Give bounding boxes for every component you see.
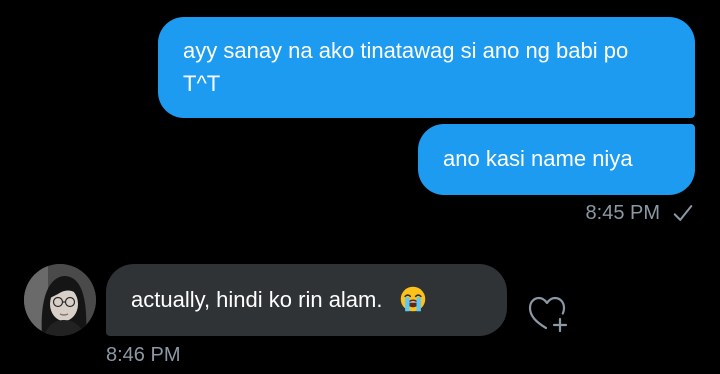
incoming-message-bubble[interactable]: actually, hindi ko rin alam.	[106, 264, 507, 336]
heart-plus-icon[interactable]	[526, 292, 570, 334]
timestamp: 8:46 PM	[106, 344, 181, 366]
outgoing-message-meta: 8:45 PM	[586, 198, 694, 228]
timestamp: 8:45 PM	[585, 201, 660, 224]
check-icon	[673, 205, 693, 221]
message-text: ano kasi name niya	[443, 146, 633, 171]
outgoing-message-bubble[interactable]: ayy sanay na ako tinatawag si ano ng bab…	[158, 17, 695, 118]
incoming-message-meta: 8:46 PM	[106, 340, 180, 370]
avatar[interactable]	[24, 264, 96, 336]
message-text: ayy sanay na ako tinatawag si ano ng bab…	[183, 38, 629, 96]
loudly-crying-face-icon	[400, 286, 425, 312]
message-text: actually, hindi ko rin alam.	[131, 287, 383, 312]
avatar-image	[24, 264, 96, 336]
outgoing-message-bubble[interactable]: ano kasi name niya	[418, 124, 695, 195]
